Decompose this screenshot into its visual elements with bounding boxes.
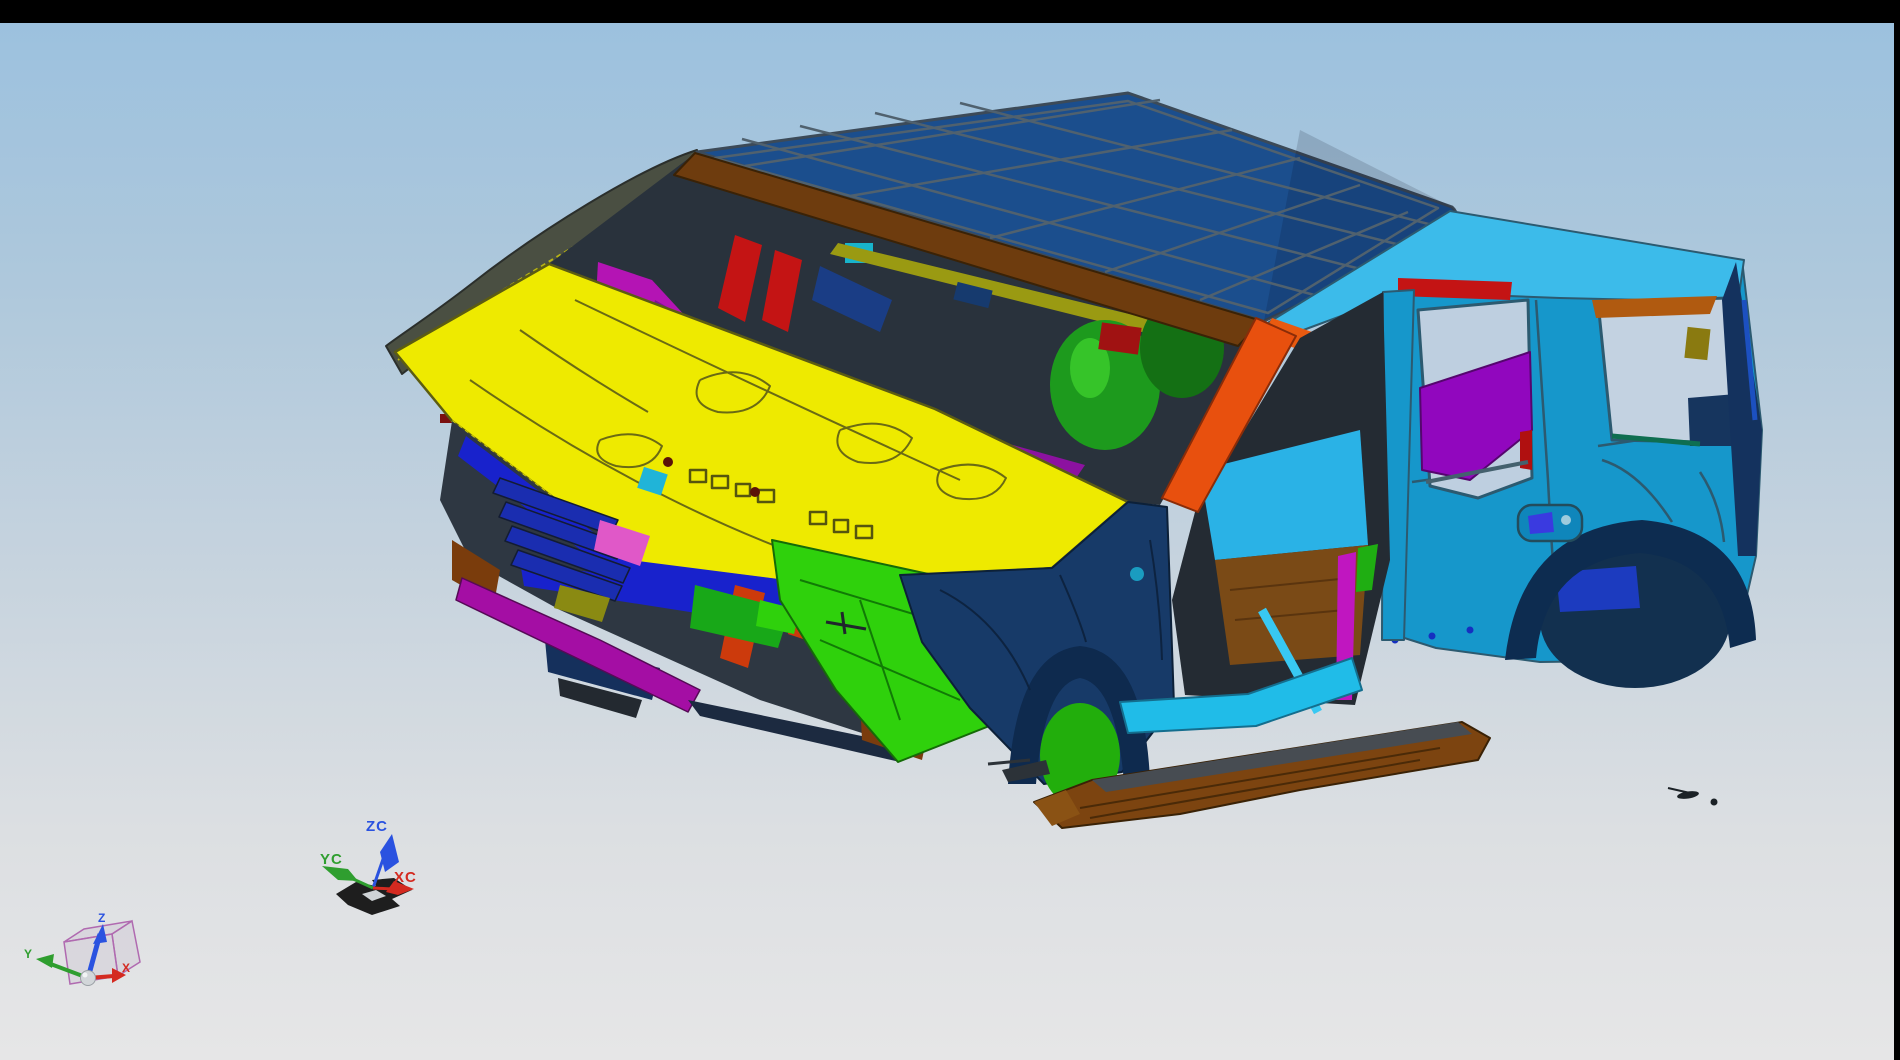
stud-dot <box>1429 633 1436 640</box>
datum-y-arrow[interactable] <box>36 954 54 968</box>
wcs-z-arrow[interactable] <box>380 834 399 872</box>
hood-dot <box>663 457 673 467</box>
datum-csys-triad[interactable]: Z Y X <box>24 911 140 986</box>
interior-red-box <box>1098 322 1141 354</box>
wcs-z-label: ZC <box>366 818 388 835</box>
car-model[interactable] <box>386 93 1762 828</box>
wcs-x-label: XC <box>394 869 417 886</box>
datum-x-label: X <box>122 961 130 975</box>
stud-dot <box>1467 627 1474 634</box>
datum-y-label: Y <box>24 947 32 961</box>
debris-part[interactable] <box>1711 799 1718 806</box>
fender-teal-hole <box>1130 567 1144 581</box>
datum-z-label: Z <box>98 911 105 925</box>
handle-hole <box>1561 515 1571 525</box>
debris-line <box>1668 788 1690 793</box>
viewport-canvas[interactable]: ZC YC XC Z Y X <box>0 23 1894 1060</box>
top-black-bar <box>0 0 1900 23</box>
wcs-y-arrow[interactable] <box>322 866 358 881</box>
wcs-triad[interactable]: ZC YC XC <box>320 818 417 915</box>
wcs-y-label: YC <box>320 851 343 868</box>
sphere-highlight <box>83 973 88 978</box>
right-black-bar <box>1894 0 1900 1060</box>
rear-olive-plate[interactable] <box>1684 327 1710 360</box>
3d-viewport[interactable]: ZC YC XC Z Y X <box>0 23 1894 1060</box>
hood-dot <box>750 487 760 497</box>
quarter-window[interactable] <box>1598 298 1736 446</box>
rear-door-window[interactable] <box>1418 300 1532 498</box>
datum-origin-sphere[interactable] <box>81 971 96 986</box>
door-handle[interactable] <box>1518 505 1582 541</box>
